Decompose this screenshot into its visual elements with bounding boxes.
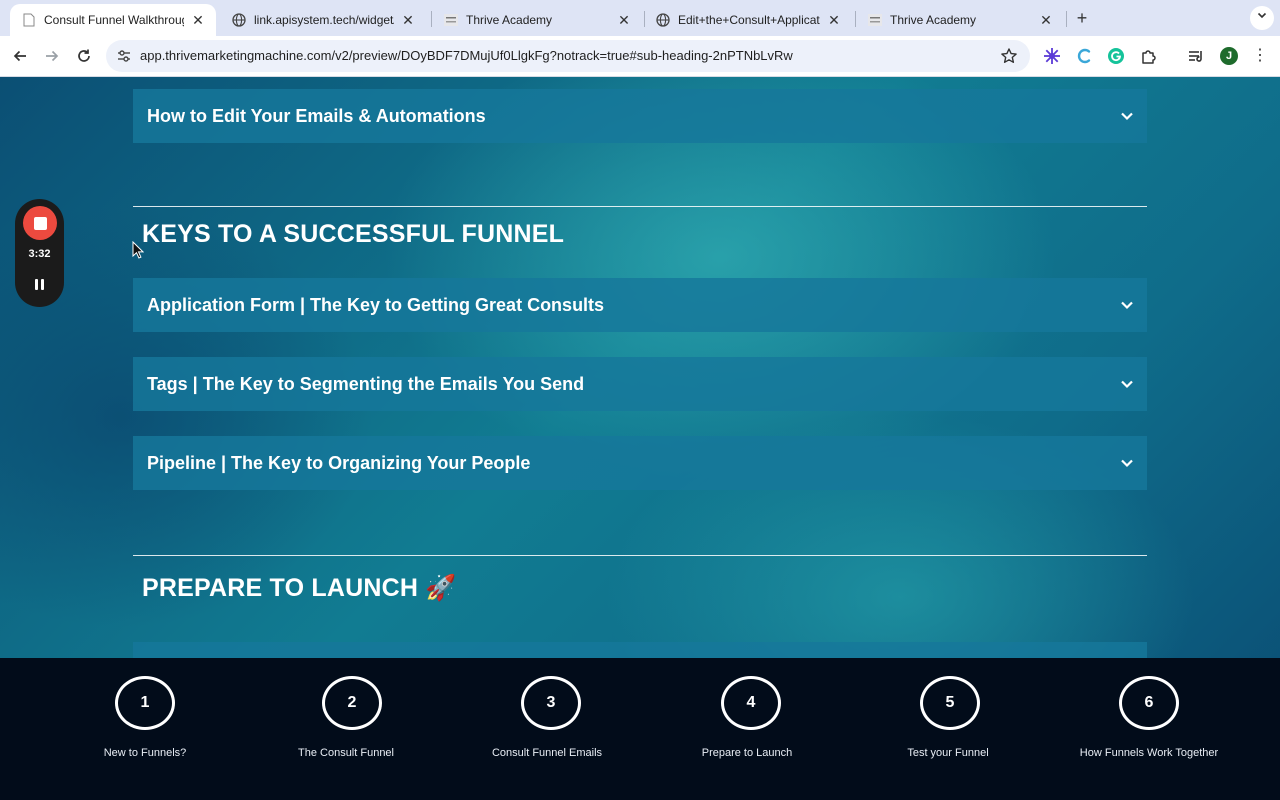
recording-timer: 3:32 bbox=[28, 248, 51, 260]
extension-c-icon[interactable] bbox=[1074, 46, 1094, 66]
chevron-down-icon bbox=[1121, 112, 1133, 121]
tab-search-button[interactable] bbox=[1250, 6, 1274, 30]
tab-edit-consult-application[interactable]: Edit+the+Consult+Applicatio ✕ bbox=[644, 4, 852, 36]
close-icon[interactable]: ✕ bbox=[1038, 12, 1054, 28]
close-icon[interactable]: ✕ bbox=[400, 12, 416, 28]
step-3[interactable]: 3 Consult Funnel Emails bbox=[447, 658, 647, 800]
accordion-tags[interactable]: Tags | The Key to Segmenting the Emails … bbox=[133, 357, 1147, 411]
accordion-label: Tags | The Key to Segmenting the Emails … bbox=[147, 374, 585, 394]
accordion-label: Pipeline | The Key to Organizing Your Pe… bbox=[147, 453, 531, 473]
tab-title: Consult Funnel Walkthrough bbox=[44, 13, 184, 27]
back-button[interactable] bbox=[8, 44, 32, 68]
step-4[interactable]: 4 Prepare to Launch bbox=[647, 658, 847, 800]
reload-button[interactable] bbox=[72, 44, 96, 68]
more-menu-icon[interactable]: ⋮ bbox=[1250, 46, 1270, 66]
close-icon[interactable]: ✕ bbox=[616, 12, 632, 28]
tab-link-apisystem[interactable]: link.apisystem.tech/widget/fo ✕ bbox=[220, 4, 426, 36]
bookmark-star-icon[interactable] bbox=[1000, 47, 1018, 65]
step-number: 5 bbox=[920, 676, 980, 730]
puzzle-extensions-icon[interactable] bbox=[1139, 46, 1159, 66]
stop-recording-button[interactable] bbox=[23, 206, 57, 240]
section-heading-keys: KEYS TO A SUCCESSFUL FUNNEL bbox=[142, 220, 565, 248]
step-5[interactable]: 5 Test your Funnel bbox=[848, 658, 1048, 800]
chevron-down-icon bbox=[1121, 301, 1133, 310]
step-label: How Funnels Work Together bbox=[1079, 747, 1219, 759]
tab-thrive-academy-2[interactable]: Thrive Academy ✕ bbox=[856, 4, 1064, 36]
step-label: Test your Funnel bbox=[907, 747, 989, 759]
step-label: New to Funnels? bbox=[103, 747, 187, 759]
arrow-right-icon bbox=[46, 50, 59, 62]
browser-toolbar: app.thrivemarketingmachine.com/v2/previe… bbox=[0, 36, 1280, 77]
profile-avatar[interactable]: J bbox=[1220, 47, 1238, 65]
step-number: 2 bbox=[322, 676, 382, 730]
reading-list-icon[interactable] bbox=[1186, 46, 1206, 66]
arrow-left-icon bbox=[13, 50, 26, 62]
address-bar[interactable]: app.thrivemarketingmachine.com/v2/previe… bbox=[106, 40, 1030, 72]
extension-purple-icon[interactable] bbox=[1042, 46, 1062, 66]
close-icon[interactable]: ✕ bbox=[190, 12, 206, 28]
thrive-logo-icon bbox=[444, 13, 458, 27]
section-divider bbox=[133, 206, 1147, 207]
chevron-down-icon bbox=[1257, 12, 1267, 19]
accordion-label: Application Form | The Key to Getting Gr… bbox=[147, 295, 605, 315]
accordion-edit-emails-automations[interactable]: How to Edit Your Emails & Automations bbox=[133, 89, 1147, 143]
tab-title: link.apisystem.tech/widget/fo bbox=[254, 13, 394, 27]
close-icon[interactable]: ✕ bbox=[826, 12, 842, 28]
step-number: 1 bbox=[115, 676, 175, 730]
step-6[interactable]: 6 How Funnels Work Together bbox=[1049, 658, 1249, 800]
globe-icon bbox=[656, 13, 670, 27]
stop-icon bbox=[33, 216, 47, 230]
step-label: The Consult Funnel bbox=[298, 747, 394, 759]
accordion-application-form[interactable]: Application Form | The Key to Getting Gr… bbox=[133, 278, 1147, 332]
mouse-cursor-icon bbox=[132, 241, 144, 259]
tab-thrive-academy-1[interactable]: Thrive Academy ✕ bbox=[432, 4, 642, 36]
tab-separator bbox=[1066, 11, 1067, 27]
forward-button[interactable] bbox=[40, 44, 64, 68]
tab-consult-funnel-walkthrough[interactable]: Consult Funnel Walkthrough ✕ bbox=[10, 4, 216, 36]
screen-recorder-widget: 3:32 bbox=[15, 199, 64, 307]
section-divider bbox=[133, 555, 1147, 556]
blank-page-icon bbox=[22, 13, 36, 27]
accordion-label: How to Edit Your Emails & Automations bbox=[147, 106, 486, 126]
accordion-pipeline[interactable]: Pipeline | The Key to Organizing Your Pe… bbox=[133, 436, 1147, 490]
step-label: Prepare to Launch bbox=[701, 747, 793, 759]
step-number: 3 bbox=[521, 676, 581, 730]
chevron-down-icon bbox=[1121, 459, 1133, 468]
steps-navigation-bar: 1 New to Funnels? 2 The Consult Funnel 3… bbox=[0, 658, 1280, 800]
step-label: Consult Funnel Emails bbox=[491, 747, 603, 759]
site-settings-icon[interactable] bbox=[116, 48, 132, 64]
thrive-logo-icon bbox=[868, 13, 882, 27]
grammarly-icon[interactable] bbox=[1106, 46, 1126, 66]
tab-title: Thrive Academy bbox=[466, 13, 553, 27]
new-tab-button[interactable]: + bbox=[1072, 8, 1092, 28]
tab-title: Edit+the+Consult+Applicatio bbox=[678, 13, 820, 27]
tab-title: Thrive Academy bbox=[890, 13, 977, 27]
step-2[interactable]: 2 The Consult Funnel bbox=[246, 658, 446, 800]
tab-strip: Consult Funnel Walkthrough ✕ link.apisys… bbox=[0, 0, 1280, 36]
url-text[interactable]: app.thrivemarketingmachine.com/v2/previe… bbox=[140, 40, 793, 72]
step-number: 6 bbox=[1119, 676, 1179, 730]
reload-icon bbox=[78, 49, 90, 62]
section-heading-launch: PREPARE TO LAUNCH 🚀 bbox=[142, 574, 457, 602]
step-1[interactable]: 1 New to Funnels? bbox=[45, 658, 245, 800]
chevron-down-icon bbox=[1121, 380, 1133, 389]
globe-icon bbox=[232, 13, 246, 27]
pause-icon[interactable] bbox=[30, 275, 48, 293]
step-number: 4 bbox=[721, 676, 781, 730]
